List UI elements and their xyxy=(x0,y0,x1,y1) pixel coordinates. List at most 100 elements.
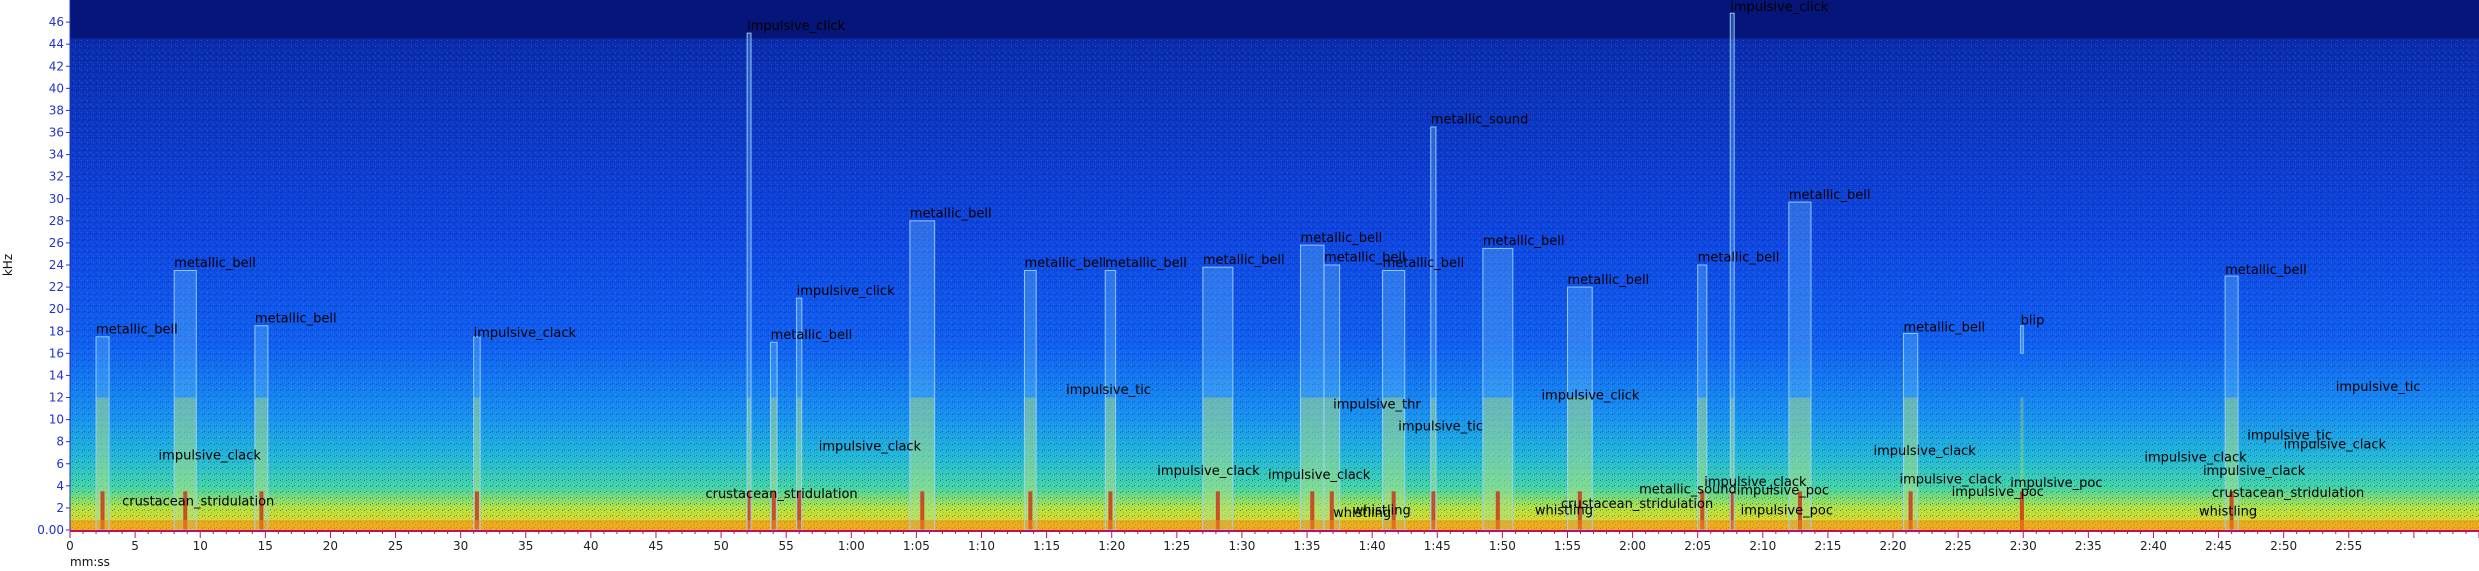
annotation-label: impulsive_clack xyxy=(2284,437,2387,452)
annotation-label: impulsive_clack xyxy=(819,440,922,455)
x-tick-label: 5 xyxy=(131,539,139,553)
y-tick-label: 14 xyxy=(49,368,64,382)
x-tick-label: 2:40 xyxy=(2140,539,2167,553)
x-tick-label: 1:00 xyxy=(838,539,865,553)
y-tick-label: 38 xyxy=(49,103,64,117)
x-tick-label: 40 xyxy=(583,539,598,553)
x-tick-label: 25 xyxy=(388,539,403,553)
annotation-label: metallic_bell xyxy=(1567,273,1649,288)
annotation-label: impulsive_clack xyxy=(1873,444,1976,459)
x-tick-label: 20 xyxy=(323,539,338,553)
spectrogram-top-band xyxy=(70,0,2479,39)
y-tick-label: 24 xyxy=(49,258,64,272)
annotation-label: crustacean_stridulation xyxy=(122,495,274,510)
low-frequency-floor xyxy=(70,520,2479,530)
y-tick-label: 10 xyxy=(49,413,64,427)
y-tick-label: 18 xyxy=(49,324,64,338)
annotation-label: metallic_bell xyxy=(96,322,178,337)
x-tick-label: 2:00 xyxy=(1619,539,1646,553)
y-tick-label: 32 xyxy=(49,170,64,184)
annotation-label: impulsive_thr xyxy=(1333,398,1421,413)
x-tick-label: 2:25 xyxy=(1945,539,1972,553)
y-axis: 0.00246810121416182022242628303234363840… xyxy=(37,0,71,537)
annotation-label: metallic_bell xyxy=(771,328,853,343)
annotation-label: crustacean_stridulation xyxy=(705,487,857,502)
x-tick-label: 1:05 xyxy=(903,539,930,553)
x-tick-label: 2:35 xyxy=(2075,539,2102,553)
x-tick-label: 10 xyxy=(193,539,208,553)
annotation-label: impulsive_clack xyxy=(1268,468,1371,483)
annotation-label: metallic_bell xyxy=(1903,320,1985,335)
annotation-label: metallic_bell xyxy=(1024,256,1106,271)
annotation-label: crustacean_stridulation xyxy=(1561,497,1713,512)
annotation-label: metallic_bell xyxy=(1383,256,1465,271)
y-axis-label: kHz xyxy=(1,254,15,276)
annotation-label: metallic_bell xyxy=(174,256,256,271)
x-tick-label: 1:35 xyxy=(1294,539,1321,553)
y-tick-label: 40 xyxy=(49,81,64,95)
annotation-label: metallic_bell xyxy=(1698,251,1780,266)
x-tick-label: 2:20 xyxy=(1880,539,1907,553)
x-tick-label: 30 xyxy=(453,539,468,553)
annotation-label: impulsive_clack xyxy=(474,326,577,341)
x-tick-label: 2:15 xyxy=(1814,539,1841,553)
x-tick-label: 2:05 xyxy=(1684,539,1711,553)
x-tick-label: 50 xyxy=(713,539,728,553)
annotation-label: whistling xyxy=(2199,505,2257,520)
annotation-label: impulsive_click xyxy=(1541,389,1639,404)
x-tick-label: 2:55 xyxy=(2335,539,2362,553)
x-tick-label: 55 xyxy=(779,539,794,553)
x-tick-label: 45 xyxy=(648,539,663,553)
y-tick-label: 16 xyxy=(49,346,64,360)
y-tick-label: 42 xyxy=(49,59,64,73)
y-tick-label: 8 xyxy=(56,435,64,449)
y-tick-label: 12 xyxy=(49,391,64,405)
x-tick-label: 1:30 xyxy=(1228,539,1255,553)
y-tick-label: 30 xyxy=(49,192,64,206)
annotation-label: metallic_bell xyxy=(1105,256,1187,271)
annotation-label: impulsive_click xyxy=(747,19,845,34)
spectrogram-chart: metallic_bellmetallic_bellmetallic_belli… xyxy=(1,0,2479,569)
annotation-label: impulsive_tic xyxy=(1066,383,1151,398)
annotation-label: impulsive_clack xyxy=(1157,464,1260,479)
y-tick-label: 4 xyxy=(56,479,64,493)
annotation-label: impulsive_poc xyxy=(1741,504,1833,519)
x-tick-label: 1:40 xyxy=(1359,539,1386,553)
y-tick-label: 6 xyxy=(56,457,64,471)
y-tick-label: 36 xyxy=(49,126,64,140)
x-tick-label: 2:45 xyxy=(2205,539,2232,553)
annotation-label: metallic_bell xyxy=(1483,234,1565,249)
annotation-label: metallic_bell xyxy=(1301,231,1383,246)
annotation-label: metallic_sound xyxy=(1431,113,1529,128)
annotation-label: impulsive_tic xyxy=(1398,420,1483,435)
x-tick-label: 1:20 xyxy=(1098,539,1125,553)
y-tick-label: 34 xyxy=(49,148,64,162)
annotation-label: metallic_bell xyxy=(910,207,992,222)
x-tick-label: 1:25 xyxy=(1163,539,1190,553)
plot-area: metallic_bellmetallic_bellmetallic_belli… xyxy=(70,0,2479,531)
x-axis-label: mm:ss xyxy=(70,555,110,569)
x-tick-label: 1:50 xyxy=(1489,539,1516,553)
x-tick-label: 2:10 xyxy=(1749,539,1776,553)
annotation-label: metallic_bell xyxy=(255,311,337,326)
annotation-label: impulsive_poc xyxy=(2010,476,2102,491)
annotation-label: impulsive_poc xyxy=(1737,484,1829,499)
annotation-label: metallic_bell xyxy=(1203,253,1285,268)
x-tick-label: 1:55 xyxy=(1554,539,1581,553)
y-tick-label: 26 xyxy=(49,236,64,250)
x-tick-label: 1:10 xyxy=(968,539,995,553)
annotation-label: metallic_bell xyxy=(2225,263,2307,278)
annotation-label: impulsive_tic xyxy=(2336,380,2421,395)
annotation-label: crustacean_stridulation xyxy=(2212,486,2364,501)
x-tick-label: 35 xyxy=(518,539,533,553)
x-axis: 0 5 10 15 20 25 30 35 40 45 50 55 1:00 1:05 1:10 1:15 1:… xyxy=(66,530,2479,553)
x-tick-label: 1:15 xyxy=(1033,539,1060,553)
annotation-label: whistling xyxy=(1353,504,1411,519)
x-tick-label: 15 xyxy=(258,539,273,553)
y-tick-label: 2 xyxy=(56,501,64,515)
y-tick-label: 46 xyxy=(49,15,64,29)
annotation-label: impulsive_clack xyxy=(159,448,262,463)
x-tick-label: 2:30 xyxy=(2010,539,2037,553)
y-tick-label: 22 xyxy=(49,280,64,294)
y-tick-label: 44 xyxy=(49,37,64,51)
